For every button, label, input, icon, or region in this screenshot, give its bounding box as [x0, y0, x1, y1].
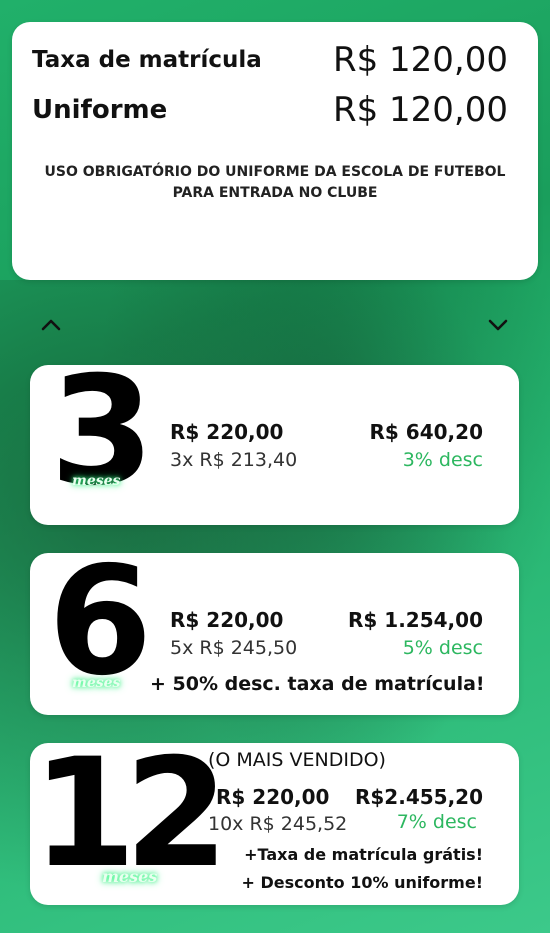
- plan-unit: meses: [72, 675, 121, 691]
- chevron-down-icon[interactable]: [487, 316, 509, 334]
- enrollment-fee-label: Taxa de matrícula: [32, 47, 262, 73]
- plan-extra-benefit-1: +Taxa de matrícula grátis!: [244, 845, 483, 864]
- plan-discount: 5% desc: [402, 637, 483, 659]
- plan-extra-benefit-2: + Desconto 10% uniforme!: [241, 873, 483, 892]
- plan-card-6-months[interactable]: 6 meses R$ 220,00 5x R$ 245,50 R$ 1.254,…: [30, 547, 519, 715]
- plan-installments: 5x R$ 245,50: [170, 637, 298, 659]
- plan-card-12-months[interactable]: 12 meses (O MAIS VENDIDO) R$ 220,00 10x …: [30, 739, 519, 905]
- chevron-up-icon[interactable]: [40, 316, 62, 334]
- plan-total: R$ 1.254,00: [348, 608, 483, 632]
- uniform-fee-row: Uniforme R$ 120,00: [32, 90, 508, 130]
- plan-installments: 10x R$ 245,52: [208, 813, 348, 835]
- fees-card: Taxa de matrícula R$ 120,00 Uniforme R$ …: [12, 22, 538, 280]
- plan-monthly-price: R$ 220,00: [170, 420, 284, 444]
- uniform-note: USO OBRIGATÓRIO DO UNIFORME DA ESCOLA DE…: [12, 162, 538, 204]
- plan-unit: meses: [102, 867, 158, 886]
- plan-discount: 7% desc: [396, 811, 477, 833]
- plan-discount: 3% desc: [402, 449, 483, 471]
- plan-installments: 3x R$ 213,40: [170, 449, 298, 471]
- enrollment-fee-value: R$ 120,00: [332, 40, 508, 80]
- plan-card-3-months[interactable]: 3 meses R$ 220,00 3x R$ 213,40 R$ 640,20…: [30, 357, 519, 525]
- plan-unit: meses: [72, 473, 121, 489]
- plan-monthly-price: R$ 220,00: [216, 785, 330, 809]
- uniform-fee-value: R$ 120,00: [332, 90, 508, 130]
- plan-total: R$ 640,20: [369, 420, 483, 444]
- plan-extra-benefit: + 50% desc. taxa de matrícula!: [150, 673, 485, 695]
- best-seller-tag: (O MAIS VENDIDO): [208, 749, 386, 771]
- uniform-note-line2: PARA ENTRADA NO CLUBE: [172, 185, 378, 201]
- uniform-fee-label: Uniforme: [32, 95, 168, 125]
- enrollment-fee-row: Taxa de matrícula R$ 120,00: [32, 40, 508, 80]
- uniform-note-line1: USO OBRIGATÓRIO DO UNIFORME DA ESCOLA DE…: [44, 164, 506, 180]
- plan-total: R$2.455,20: [354, 785, 483, 809]
- plan-monthly-price: R$ 220,00: [170, 608, 284, 632]
